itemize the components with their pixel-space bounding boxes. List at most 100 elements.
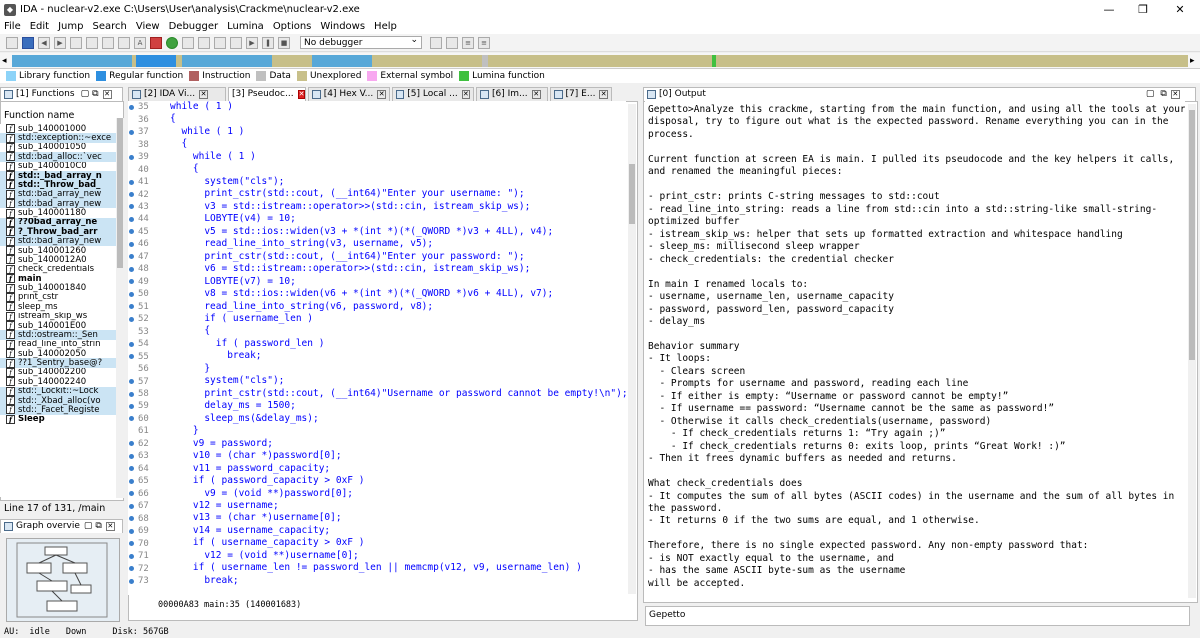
function-row[interactable]: f std::_Lockit::~Lock [0, 386, 118, 396]
close-functions-icon[interactable]: ✕ [102, 89, 112, 99]
function-row[interactable]: f sub_140001050 [0, 143, 118, 152]
code-line[interactable]: print_cstr(std::cout, (__int64)"Username… [170, 388, 626, 400]
code-line[interactable]: v13 = (char *)username[0]; [170, 512, 626, 524]
code-line[interactable]: v9 = (void **)password[0]; [170, 488, 626, 500]
open-icon[interactable] [6, 36, 18, 49]
function-row[interactable]: f std::exception::~exce [0, 133, 118, 143]
breakpoint-dot-icon[interactable] [129, 279, 134, 285]
code-line[interactable]: sleep_ms(&delay_ms); [170, 413, 626, 425]
function-row[interactable]: f std::_Facet_Registe [0, 405, 118, 415]
tab-ida-view[interactable]: [2] IDA Vi... ✕ [128, 86, 226, 101]
pseudocode-scrollbar[interactable] [628, 104, 636, 594]
function-row[interactable]: f sub_140001180 [0, 208, 118, 218]
code-line[interactable]: { [170, 113, 626, 125]
code-line[interactable]: system("cls"); [170, 375, 626, 387]
function-row[interactable]: f main [0, 274, 118, 284]
code-line[interactable]: while ( 1 ) [170, 126, 626, 138]
menu-lumina[interactable]: Lumina [227, 21, 264, 32]
restore-icon[interactable]: ❐ [1128, 0, 1158, 19]
code-line[interactable]: v8 = std::ios::widen(v6 + *(int *)(*(_QW… [170, 288, 626, 300]
breakpoint-dot-icon[interactable] [129, 316, 134, 322]
function-row[interactable]: f sub_140002240 [0, 377, 118, 387]
pin-icon[interactable]: ⧉ [95, 521, 101, 531]
output-scrollbar[interactable] [1188, 104, 1196, 598]
tab-imports[interactable]: [6] Im... ✕ [476, 86, 548, 101]
code-line[interactable]: LOBYTE(v7) = 10; [170, 276, 626, 288]
close-output-icon[interactable]: ✕ [1170, 89, 1180, 99]
stop-icon[interactable]: ■ [278, 36, 290, 49]
function-row[interactable]: f ??0bad_array_ne [0, 217, 118, 228]
code-line[interactable]: v14 = username_capacity; [170, 525, 626, 537]
function-row[interactable]: f sub_140001000 [0, 124, 118, 133]
enum-icon[interactable] [230, 36, 242, 49]
function-name-header[interactable]: Function name [4, 110, 74, 121]
close-pseudocode-icon[interactable]: ✕ [297, 89, 305, 99]
nav-left-icon[interactable]: ◂ [2, 53, 7, 69]
function-row[interactable]: f check_credentials [0, 265, 118, 274]
debugger-select[interactable]: No debugger [300, 34, 422, 49]
function-row[interactable]: f std::bad_array_new [0, 189, 118, 199]
graph-icon[interactable] [150, 36, 162, 49]
breakpoint-dot-icon[interactable] [129, 416, 134, 422]
pseudocode-view[interactable]: while ( 1 ){ while ( 1 ) { while ( 1 ) {… [170, 101, 626, 595]
function-row[interactable]: f sub_140001E00 [0, 321, 118, 330]
breakpoint-dot-icon[interactable] [129, 491, 134, 497]
function-row[interactable]: f std::_Xbad_alloc(vo [0, 395, 118, 406]
code-line[interactable]: } [170, 363, 626, 375]
tab-pseudocode[interactable]: [3] Pseudoc... ✕ [228, 86, 306, 101]
function-row[interactable]: f std::_bad_array_n [0, 170, 118, 181]
code-line[interactable]: v12 = (void **)username[0]; [170, 550, 626, 562]
navigation-band[interactable]: ◂ ▸ [0, 53, 1200, 69]
menu-search[interactable]: Search [93, 21, 127, 32]
function-row[interactable]: f sub_140001260 [0, 246, 118, 255]
save-icon[interactable] [22, 36, 34, 49]
string-icon[interactable] [102, 36, 114, 49]
breakpoint-dot-icon[interactable] [129, 391, 134, 397]
code-line[interactable]: v11 = password_capacity; [170, 463, 626, 475]
code-line[interactable]: if ( username_len != password_len || mem… [170, 562, 626, 574]
function-row[interactable]: f std::bad_alloc::`vec [0, 152, 118, 162]
breakpoint-dot-icon[interactable] [129, 478, 134, 484]
tab-functions[interactable]: [1] Functions ▢ ⧉ ✕ [0, 86, 123, 101]
float-icon[interactable]: ▢ [84, 521, 93, 531]
text-icon[interactable]: A [134, 36, 146, 49]
menu-options[interactable]: Options [273, 21, 312, 32]
breakpoint-dot-icon[interactable] [129, 204, 134, 210]
function-row[interactable]: f std::bad_array_new [0, 236, 118, 246]
breakpoint-dot-icon[interactable] [129, 129, 134, 135]
output-text[interactable]: Gepetto>Analyze this crackme, starting f… [645, 101, 1185, 599]
functions-scrollbar[interactable] [116, 118, 124, 498]
data-icon[interactable] [86, 36, 98, 49]
code-line[interactable]: } [170, 425, 626, 437]
output-command-input[interactable]: Gepetto [645, 606, 1190, 626]
function-row[interactable]: f sub_140002200 [0, 368, 118, 377]
breakpoint-dot-icon[interactable] [129, 553, 134, 559]
code-line[interactable]: if ( password_len ) [170, 338, 626, 350]
struct-icon[interactable] [214, 36, 226, 49]
function-row[interactable]: f sub_1400010C0 [0, 162, 118, 171]
code-line[interactable]: while ( 1 ) [170, 151, 626, 163]
code-line[interactable]: if ( username_len ) [170, 313, 626, 325]
code-line[interactable]: LOBYTE(v4) = 10; [170, 213, 626, 225]
function-row[interactable]: f std::ostream::_Sen [0, 330, 118, 340]
nav-right-icon[interactable]: ▸ [1190, 53, 1195, 69]
attach-icon[interactable] [430, 36, 442, 49]
function-row[interactable]: f std::_Throw_bad_ [0, 180, 118, 190]
breakpoint-dot-icon[interactable] [129, 466, 134, 472]
close-local-icon[interactable]: ✕ [461, 89, 470, 99]
code-line[interactable]: print_cstr(std::cout, (__int64)"Enter yo… [170, 188, 626, 200]
menu-view[interactable]: View [136, 21, 160, 32]
breakpoint-dot-icon[interactable] [129, 403, 134, 409]
breakpoint-dot-icon[interactable] [129, 241, 134, 247]
breakpoint-dot-icon[interactable] [129, 254, 134, 260]
function-row[interactable]: f sub_140001840 [0, 283, 118, 293]
graph-overview[interactable] [6, 538, 120, 622]
close-exports-icon[interactable]: ✕ [599, 89, 608, 99]
code-line[interactable]: v12 = username; [170, 500, 626, 512]
close-graph-icon[interactable]: ✕ [105, 521, 115, 531]
tab-output[interactable]: [0] Output ▢ ⧉ ✕ [643, 86, 1196, 101]
code-line[interactable]: read_line_into_string(v3, username, v5); [170, 238, 626, 250]
function-row[interactable]: f std::bad_array_new [0, 199, 118, 209]
code-icon[interactable] [70, 36, 82, 49]
function-row[interactable]: f istream_skip_ws [0, 312, 118, 321]
